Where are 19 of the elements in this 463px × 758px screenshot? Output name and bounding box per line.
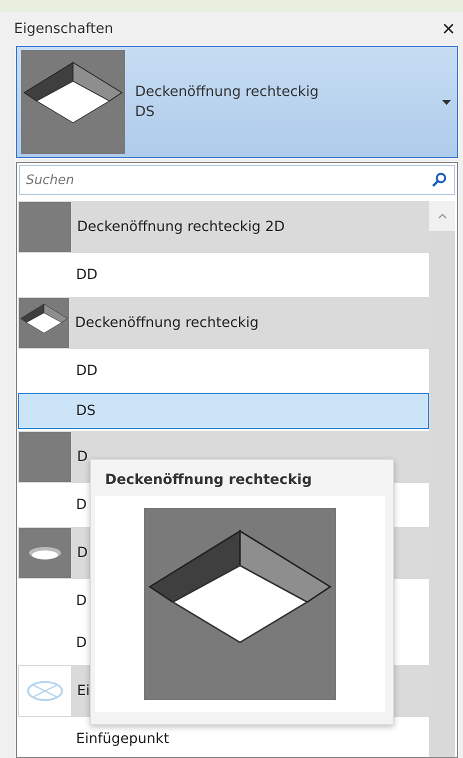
square-opening-icon: [19, 298, 69, 348]
point-marker-icon: [19, 666, 71, 716]
blank-thumbnail-icon: [19, 202, 71, 252]
scroll-up-icon[interactable]: [438, 213, 446, 219]
type-row[interactable]: DS: [18, 393, 429, 429]
type-name: DS: [135, 103, 156, 122]
blank-thumbnail-icon: [19, 432, 71, 482]
type-thumbnail-icon: [21, 50, 125, 154]
caret-icon: [442, 100, 451, 104]
close-button[interactable]: ×: [440, 18, 457, 40]
type-selector[interactable]: Deckenöffnung rechteckig DS: [16, 46, 458, 158]
search-icon: [431, 172, 447, 188]
family-row[interactable]: Deckenöffnung rechteckig 2D: [18, 201, 429, 253]
search-field[interactable]: Suchen: [19, 165, 455, 195]
round-opening-icon: [19, 528, 71, 578]
scrollbar[interactable]: [429, 201, 455, 757]
family-name: Deckenöffnung rechteckig: [135, 83, 320, 102]
panel-title: Eigenschaften: [14, 21, 114, 37]
family-row[interactable]: Deckenöffnung rechteckig: [18, 297, 429, 349]
